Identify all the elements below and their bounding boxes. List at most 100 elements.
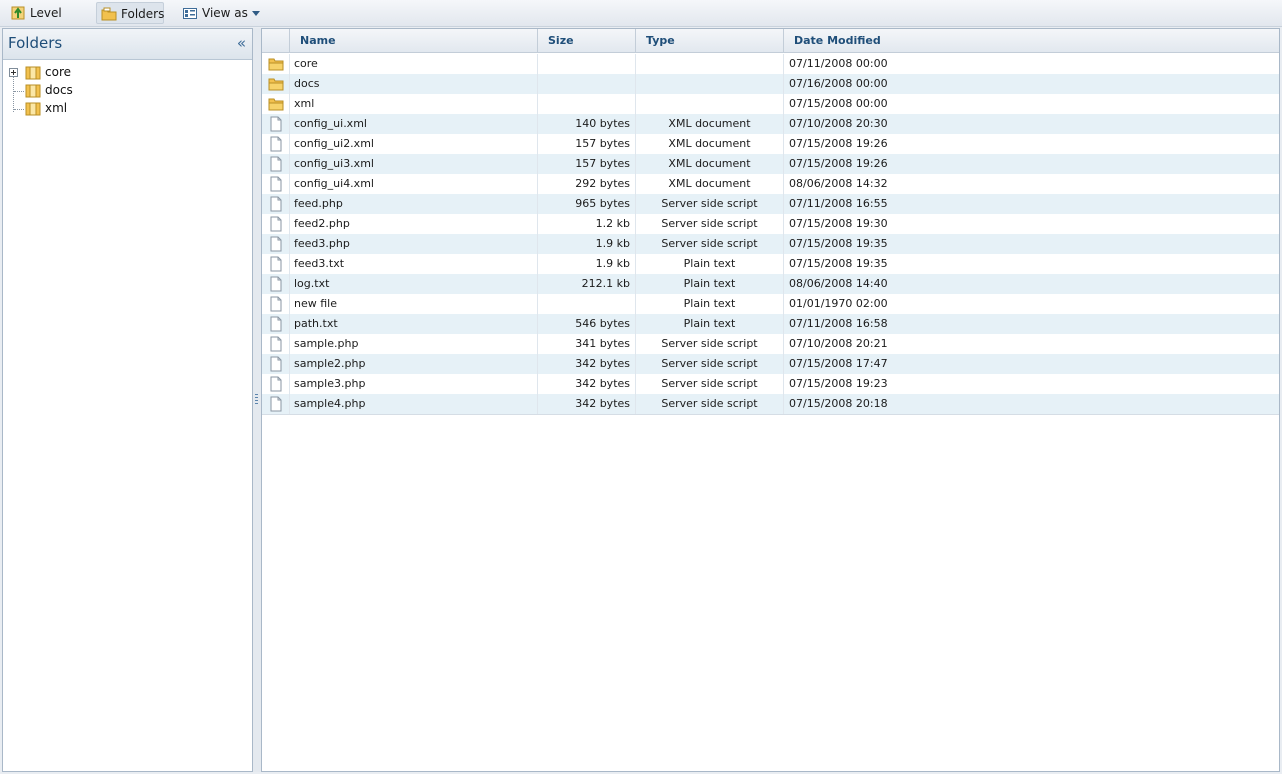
- file-size: 140 bytes: [538, 114, 636, 134]
- file-name: sample4.php: [290, 394, 538, 414]
- view-as-label: View as: [202, 6, 248, 20]
- file-date-modified: 07/11/2008 00:00: [789, 57, 888, 70]
- folder-icon: [25, 84, 41, 98]
- file-date-modified: 07/15/2008 20:18: [789, 397, 888, 410]
- tree-item-docs[interactable]: docs: [3, 82, 252, 100]
- file-row[interactable]: sample2.php 342 bytes Server side script 07…: [262, 354, 1279, 374]
- file-name: path.txt: [290, 314, 538, 334]
- file-size: [538, 94, 636, 114]
- file-row[interactable]: new file Plain text 01/01/1970 02:00: [262, 294, 1279, 314]
- file-type: Plain text: [636, 294, 784, 314]
- file-date-modified: 07/10/2008 20:21: [789, 337, 888, 350]
- view-as-dropdown[interactable]: View as: [178, 2, 264, 24]
- file-size: 1.9 kb: [538, 234, 636, 254]
- row-icon-cell: [262, 334, 290, 354]
- folders-panel: Folders « core docs xml: [2, 28, 253, 772]
- file-date-modified: 07/15/2008 19:23: [789, 377, 888, 390]
- file-size: 212.1 kb: [538, 274, 636, 294]
- tree-item-core[interactable]: core: [3, 64, 252, 82]
- file-size: 342 bytes: [538, 394, 636, 414]
- panel-splitter[interactable]: [253, 28, 261, 772]
- row-icon-cell: [262, 274, 290, 294]
- file-size: 1.9 kb: [538, 254, 636, 274]
- file-type: Server side script: [636, 374, 784, 394]
- row-icon-cell: [262, 354, 290, 374]
- file-date-modified: 01/01/1970 02:00: [789, 297, 888, 310]
- row-icon-cell: [262, 394, 290, 414]
- file-row[interactable]: feed3.txt 1.9 kb Plain text 07/15/2008 19:3…: [262, 254, 1279, 274]
- row-icon-cell: [262, 174, 290, 194]
- tree-item-label: xml: [45, 101, 68, 115]
- file-name: sample2.php: [290, 354, 538, 374]
- file-type: Server side script: [636, 354, 784, 374]
- folders-panel-header: Folders «: [3, 29, 252, 60]
- row-icon-cell: [262, 314, 290, 334]
- collapse-panel-icon[interactable]: «: [237, 34, 246, 52]
- file-row[interactable]: sample.php 341 bytes Server side script 07/…: [262, 334, 1279, 354]
- file-date-modified: 07/15/2008 19:26: [789, 157, 888, 170]
- tree-item-label: docs: [45, 83, 73, 97]
- file-row[interactable]: sample3.php 342 bytes Server side script 07…: [262, 374, 1279, 394]
- file-type: Server side script: [636, 394, 784, 414]
- file-size: 342 bytes: [538, 354, 636, 374]
- file-row[interactable]: xml 07/15/2008 00:00: [262, 94, 1279, 114]
- row-icon-cell: [262, 54, 290, 74]
- row-icon-cell: [262, 154, 290, 174]
- file-size: [538, 294, 636, 314]
- file-row[interactable]: config_ui2.xml 157 bytes XML document 07/15…: [262, 134, 1279, 154]
- file-name: xml: [290, 94, 538, 114]
- file-row[interactable]: sample4.php 342 bytes Server side script 07…: [262, 394, 1279, 414]
- row-icon-cell: [262, 374, 290, 394]
- file-row[interactable]: feed2.php 1.2 kb Server side script 07/15/2…: [262, 214, 1279, 234]
- folder-icon: [25, 66, 41, 80]
- file-name: sample3.php: [290, 374, 538, 394]
- column-header-date-modified[interactable]: Date Modified: [784, 29, 1279, 53]
- file-date-modified: 07/15/2008 19:30: [789, 217, 888, 230]
- folders-label: Folders: [121, 7, 165, 21]
- file-size: 292 bytes: [538, 174, 636, 194]
- file-type: XML document: [636, 114, 784, 134]
- file-row[interactable]: path.txt 546 bytes Plain text 07/11/2008 16…: [262, 314, 1279, 334]
- level-up-icon: [11, 6, 25, 20]
- file-row[interactable]: docs 07/16/2008 00:00: [262, 74, 1279, 94]
- file-name: new file: [290, 294, 538, 314]
- expand-toggle-icon[interactable]: [9, 68, 18, 77]
- file-row[interactable]: feed.php 965 bytes Server side script 07/11…: [262, 194, 1279, 214]
- file-row[interactable]: core 07/11/2008 00:00: [262, 54, 1279, 74]
- tree-connector-line: [14, 109, 24, 110]
- file-name: config_ui2.xml: [290, 134, 538, 154]
- file-row[interactable]: config_ui4.xml 292 bytes XML document 08/06…: [262, 174, 1279, 194]
- file-type: [636, 94, 784, 114]
- file-size: 1.2 kb: [538, 214, 636, 234]
- file-type: Plain text: [636, 274, 784, 294]
- file-row[interactable]: log.txt 212.1 kb Plain text 08/06/2008 14:4…: [262, 274, 1279, 294]
- file-row[interactable]: config_ui.xml 140 bytes XML document 07/10/…: [262, 114, 1279, 134]
- file-name: feed3.txt: [290, 254, 538, 274]
- file-type: [636, 74, 784, 94]
- folders-toggle-button[interactable]: Folders: [96, 2, 164, 24]
- file-type: Server side script: [636, 194, 784, 214]
- row-icon-cell: [262, 94, 290, 114]
- file-row[interactable]: config_ui3.xml 157 bytes XML document 07/15…: [262, 154, 1279, 174]
- file-type: XML document: [636, 154, 784, 174]
- column-header-name[interactable]: Name: [290, 29, 538, 53]
- file-row[interactable]: feed3.php 1.9 kb Server side script 07/15/2…: [262, 234, 1279, 254]
- file-date-modified: 08/06/2008 14:32: [789, 177, 888, 190]
- chevron-down-icon: [252, 11, 260, 16]
- level-up-button[interactable]: Level up: [6, 2, 84, 42]
- file-size: 546 bytes: [538, 314, 636, 334]
- file-size: 342 bytes: [538, 374, 636, 394]
- row-icon-cell: [262, 194, 290, 214]
- column-header-size[interactable]: Size: [538, 29, 636, 53]
- file-name: config_ui.xml: [290, 114, 538, 134]
- row-icon-cell: [262, 114, 290, 134]
- tree-item-label: core: [45, 65, 71, 79]
- file-date-modified: 07/11/2008 16:58: [789, 317, 888, 330]
- column-header-type[interactable]: Type: [636, 29, 784, 53]
- file-type: XML document: [636, 174, 784, 194]
- file-date-modified: 07/16/2008 00:00: [789, 77, 888, 90]
- file-list-grid: Name Size Type Date Modified core 07/11/2…: [261, 28, 1280, 772]
- grid-bottom-divider: [262, 414, 1279, 415]
- row-icon-cell: [262, 294, 290, 314]
- tree-item-xml[interactable]: xml: [3, 100, 252, 118]
